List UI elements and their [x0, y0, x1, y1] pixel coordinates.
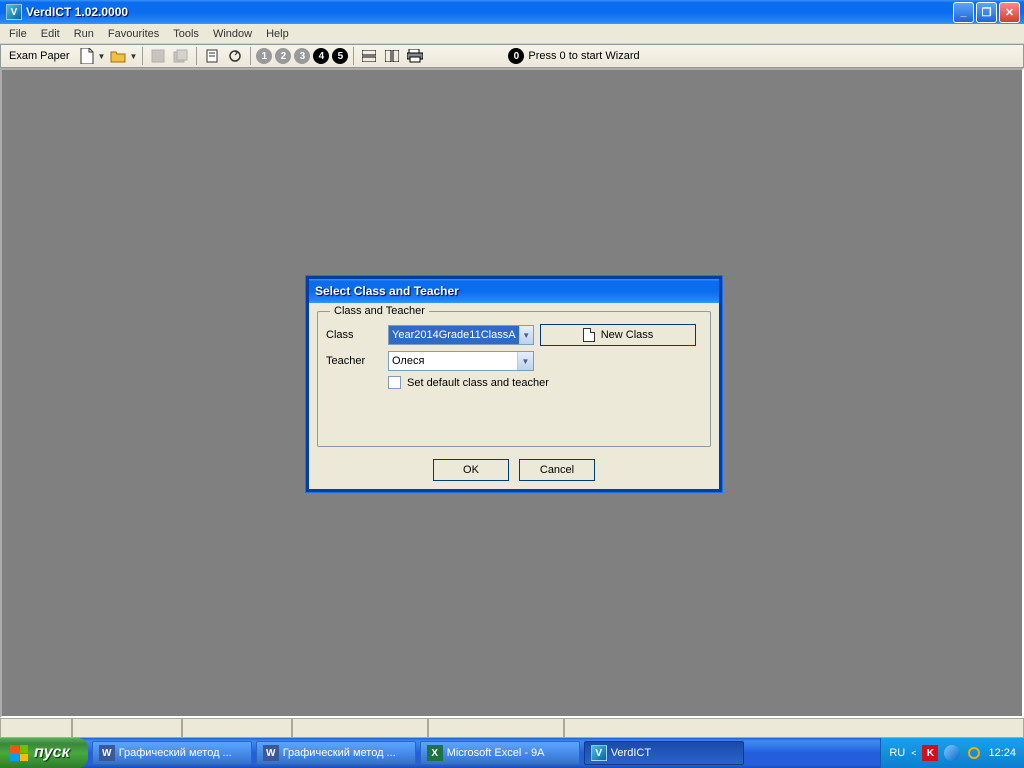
- class-combobox[interactable]: Year2014Grade11ClassA ▼: [388, 325, 534, 345]
- menu-favourites[interactable]: Favourites: [101, 27, 166, 41]
- step-2-icon[interactable]: 2: [275, 48, 291, 64]
- status-cell: [72, 718, 182, 738]
- qip-tray-icon[interactable]: [944, 745, 960, 761]
- toolbar-sep: [250, 47, 251, 65]
- layout-vertical-icon[interactable]: [382, 46, 402, 66]
- status-cell: [564, 718, 1024, 738]
- menu-file[interactable]: File: [2, 27, 34, 41]
- step-5-icon[interactable]: 5: [332, 48, 348, 64]
- new-class-button[interactable]: New Class: [540, 324, 696, 346]
- new-file-icon[interactable]: [77, 46, 97, 66]
- step-4-icon[interactable]: 4: [313, 48, 329, 64]
- dialog-buttons: OK Cancel: [309, 459, 719, 481]
- toolbar: Exam Paper ▼ ▼ 1 2 3 4 5 0 Press 0 to st…: [0, 44, 1024, 68]
- ok-button[interactable]: OK: [433, 459, 509, 481]
- default-checkbox-label[interactable]: Set default class and teacher: [407, 377, 549, 389]
- exam-paper-label: Exam Paper: [5, 50, 74, 62]
- dialog-body: Class and Teacher Class Year2014Grade11C…: [309, 303, 719, 489]
- status-cell: [292, 718, 428, 738]
- toolbar-sep: [196, 47, 197, 65]
- windows-logo-icon: [10, 745, 28, 761]
- excel-icon: X: [427, 745, 443, 761]
- step-3-icon[interactable]: 3: [294, 48, 310, 64]
- layout-horizontal-icon[interactable]: [359, 46, 379, 66]
- properties-icon[interactable]: [202, 46, 222, 66]
- wizard-hint: 0 Press 0 to start Wizard: [508, 48, 639, 64]
- taskbar-item[interactable]: X Microsoft Excel - 9A: [420, 741, 580, 765]
- toolbar-sep: [353, 47, 354, 65]
- kaspersky-tray-icon[interactable]: K: [922, 745, 938, 761]
- system-tray: RU < K 12:24: [880, 738, 1024, 768]
- save-icon[interactable]: [148, 46, 168, 66]
- title-bar: V VerdICT 1.02.0000 _ ❐ ✕: [0, 0, 1024, 24]
- menu-run[interactable]: Run: [67, 27, 101, 41]
- clock[interactable]: 12:24: [988, 747, 1016, 759]
- taskbar-item[interactable]: V VerdICT: [584, 741, 744, 765]
- tray-icon[interactable]: [966, 745, 982, 761]
- new-class-label: New Class: [601, 329, 654, 341]
- menu-tools[interactable]: Tools: [166, 27, 206, 41]
- menu-edit[interactable]: Edit: [34, 27, 67, 41]
- class-label: Class: [326, 329, 388, 341]
- taskbar-item[interactable]: W Графический метод ...: [92, 741, 252, 765]
- fieldset-legend: Class and Teacher: [330, 305, 429, 317]
- language-indicator[interactable]: RU: [889, 747, 905, 759]
- start-label: пуск: [34, 744, 70, 762]
- dialog-title: Select Class and Teacher: [309, 279, 719, 303]
- status-cell: [428, 718, 564, 738]
- save-all-icon[interactable]: [171, 46, 191, 66]
- wizard-zero-icon: 0: [508, 48, 524, 64]
- teacher-label: Teacher: [326, 355, 388, 367]
- teacher-row: Teacher Олеся ▼: [326, 350, 702, 372]
- window-buttons: _ ❐ ✕: [953, 2, 1022, 23]
- menu-bar: File Edit Run Favourites Tools Window He…: [0, 24, 1024, 44]
- app-icon: V: [591, 745, 607, 761]
- chevron-down-icon[interactable]: ▼: [519, 326, 533, 344]
- window-title: VerdICT 1.02.0000: [26, 5, 953, 19]
- toolbar-sep: [142, 47, 143, 65]
- taskbar-item-label: Microsoft Excel - 9A: [447, 747, 545, 759]
- default-checkbox-row: Set default class and teacher: [388, 376, 702, 389]
- status-cell: [0, 718, 72, 738]
- select-class-dialog: Select Class and Teacher Class and Teach…: [306, 276, 722, 492]
- default-checkbox[interactable]: [388, 376, 401, 389]
- open-dropdown[interactable]: ▼: [129, 52, 137, 61]
- minimize-button[interactable]: _: [953, 2, 974, 23]
- open-icon[interactable]: [108, 46, 128, 66]
- new-dropdown[interactable]: ▼: [98, 52, 106, 61]
- print-icon[interactable]: [405, 46, 425, 66]
- close-button[interactable]: ✕: [999, 2, 1020, 23]
- taskbar: пуск W Графический метод ... W Графическ…: [0, 738, 1024, 768]
- chevron-down-icon[interactable]: ▼: [517, 352, 533, 370]
- taskbar-item-label: Графический метод ...: [283, 747, 396, 759]
- cancel-button[interactable]: Cancel: [519, 459, 595, 481]
- taskbar-item-label: Графический метод ...: [119, 747, 232, 759]
- menu-help[interactable]: Help: [259, 27, 296, 41]
- tray-expand-icon[interactable]: <: [911, 748, 916, 758]
- app-icon: V: [6, 4, 22, 20]
- word-icon: W: [99, 745, 115, 761]
- step-1-icon[interactable]: 1: [256, 48, 272, 64]
- status-cell: [182, 718, 292, 738]
- word-icon: W: [263, 745, 279, 761]
- status-bar: [0, 718, 1024, 738]
- teacher-value: Олеся: [389, 352, 517, 370]
- new-file-icon: [583, 328, 595, 342]
- taskbar-item[interactable]: W Графический метод ...: [256, 741, 416, 765]
- taskbar-item-label: VerdICT: [611, 747, 651, 759]
- menu-window[interactable]: Window: [206, 27, 259, 41]
- class-teacher-fieldset: Class and Teacher Class Year2014Grade11C…: [317, 311, 711, 447]
- start-button[interactable]: пуск: [0, 738, 88, 768]
- class-row: Class Year2014Grade11ClassA ▼ New Class: [326, 324, 702, 346]
- refresh-icon[interactable]: [225, 46, 245, 66]
- teacher-combobox[interactable]: Олеся ▼: [388, 351, 534, 371]
- class-value: Year2014Grade11ClassA: [389, 326, 519, 344]
- maximize-button[interactable]: ❐: [976, 2, 997, 23]
- wizard-text: Press 0 to start Wizard: [528, 50, 639, 62]
